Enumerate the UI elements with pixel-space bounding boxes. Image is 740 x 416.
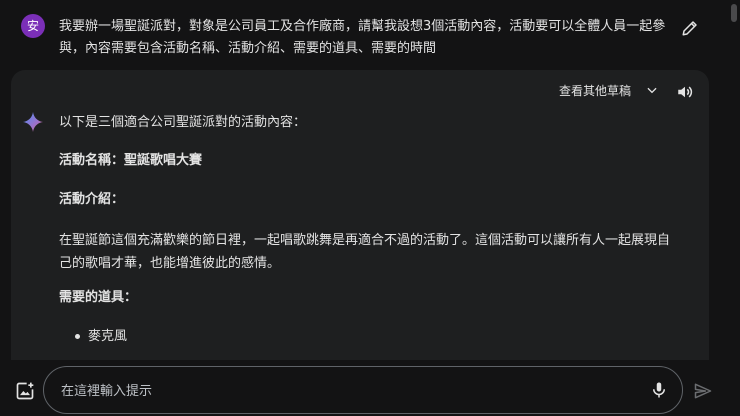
activity-desc: 在聖誕節這個充滿歡樂的節日裡，一起唱歌跳舞是再適合不過的活動了。這個活動可以讓所… xyxy=(59,233,671,271)
tool-item: 麥克風 xyxy=(88,329,128,344)
user-prompt-text: 我要辦一場聖誕派對，對象是公司員工及合作廠商，請幫我設想3個活動內容，活動要可以… xyxy=(59,19,666,56)
speaker-icon xyxy=(678,86,693,98)
send-icon xyxy=(694,383,712,399)
chat-page: 安 我要辦一場聖誕派對，對象是公司員工及合作廠商，請幫我設想3個活動內容，活動要… xyxy=(0,0,740,416)
user-prompt: 安 我要辦一場聖誕派對，對象是公司員工及合作廠商，請幫我設想3個活動內容，活動要… xyxy=(0,0,740,70)
response-card: 查看其他草稿 以下是三個適合公司聖誕派對的活動內容： 活動名稱：聖誕歌唱大賽 活… xyxy=(11,70,709,360)
tools-heading: 需要的道具： xyxy=(59,290,138,305)
list-item: 麥克風 xyxy=(75,326,127,347)
prompt-input[interactable] xyxy=(59,379,623,403)
scrollbar-thumb[interactable] xyxy=(731,4,737,22)
avatar[interactable]: 安 xyxy=(21,14,45,38)
view-drafts-label: 查看其他草稿 xyxy=(559,83,632,98)
activity-desc-heading: 活動介紹： xyxy=(59,192,125,207)
read-aloud-button[interactable] xyxy=(673,80,697,104)
scrollbar[interactable] xyxy=(731,4,737,344)
edit-prompt-button[interactable] xyxy=(676,14,704,42)
add-image-button[interactable] xyxy=(14,380,36,402)
edit-icon xyxy=(682,21,697,36)
mic-icon xyxy=(653,382,665,398)
view-drafts-button[interactable]: 查看其他草稿 xyxy=(559,79,659,101)
bullet-dot xyxy=(75,334,80,339)
mic-button[interactable] xyxy=(648,379,670,401)
prompt-input-box[interactable] xyxy=(43,366,683,414)
send-button[interactable] xyxy=(692,380,714,402)
activity-name: 活動名稱：聖誕歌唱大賽 xyxy=(59,153,203,168)
sparkle-icon xyxy=(23,112,43,132)
chevron-down-icon xyxy=(647,87,657,94)
add-image-icon xyxy=(16,382,34,400)
response-intro: 以下是三個適合公司聖誕派對的活動內容： xyxy=(59,115,307,130)
